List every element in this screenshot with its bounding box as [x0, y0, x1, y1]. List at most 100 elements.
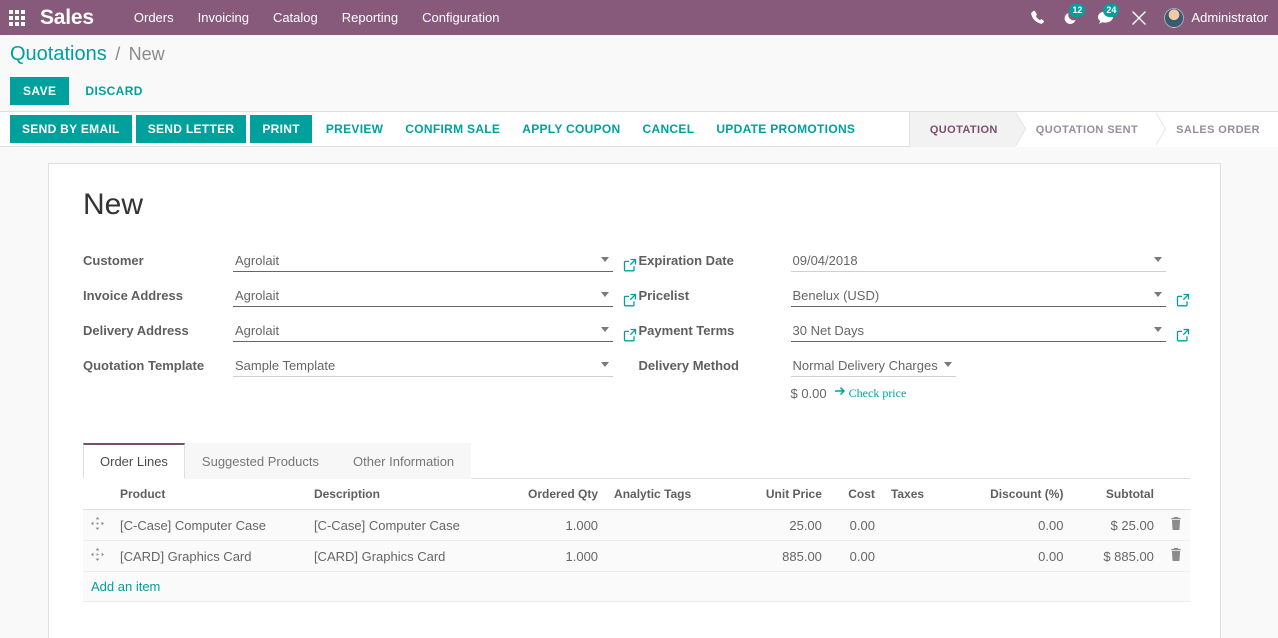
- field-delivery-method-value: Normal Delivery Charges: [792, 358, 938, 373]
- user-menu[interactable]: Administrator: [1156, 0, 1278, 35]
- field-delivery-address-input[interactable]: Agrolait: [233, 323, 613, 342]
- table-row[interactable]: [C-Case] Computer Case [C-Case] Computer…: [83, 509, 1190, 541]
- trash-icon[interactable]: [1161, 540, 1190, 572]
- notebook: Order Lines Suggested Products Other Inf…: [83, 443, 1190, 638]
- add-an-item-link[interactable]: Add an item: [91, 579, 160, 594]
- cell-product: [C-Case] Computer Case: [112, 509, 306, 541]
- field-customer-input[interactable]: Agrolait: [233, 253, 613, 272]
- cell-taxes: [882, 540, 965, 572]
- field-delivery-method-input[interactable]: Normal Delivery Charges: [790, 358, 956, 377]
- field-invoice-address-input[interactable]: Agrolait: [233, 288, 613, 307]
- tab-order-lines[interactable]: Order Lines: [83, 443, 185, 479]
- field-expiration-date: Expiration Date 09/04/2018: [639, 246, 1191, 272]
- table-header-row: Product Description Ordered Qty Analytic…: [83, 479, 1190, 510]
- cell-discount: 0.00: [964, 509, 1072, 541]
- phone-icon[interactable]: [1020, 0, 1054, 35]
- form-sheet-area: New Customer Agrolait Invoice Address Ag…: [0, 147, 1278, 638]
- field-payment-terms-input[interactable]: 30 Net Days: [790, 323, 1166, 342]
- user-name: Administrator: [1191, 10, 1268, 25]
- print-button[interactable]: PRINT: [250, 115, 312, 143]
- field-delivery-address: Delivery Address Agrolait: [83, 316, 637, 342]
- preview-button[interactable]: PREVIEW: [316, 116, 393, 142]
- field-invoice-address: Invoice Address Agrolait: [83, 281, 637, 307]
- tab-other-information[interactable]: Other Information: [336, 443, 472, 479]
- field-customer-value: Agrolait: [235, 253, 280, 268]
- field-pricelist-input[interactable]: Benelux (USD): [790, 288, 1166, 307]
- chevron-down-icon[interactable]: [1154, 292, 1162, 297]
- menu-item-invoicing[interactable]: Invoicing: [186, 0, 261, 35]
- add-item-cell: Add an item: [83, 571, 1190, 602]
- menu-item-orders[interactable]: Orders: [122, 0, 186, 35]
- chevron-down-icon[interactable]: [600, 362, 609, 367]
- chat-bubble-icon[interactable]: 24: [1088, 0, 1122, 35]
- avatar: [1164, 7, 1185, 28]
- form-column-right: Expiration Date 09/04/2018 Pricelist Ben…: [637, 246, 1191, 401]
- drag-move-icon[interactable]: [83, 540, 112, 572]
- stage-quotation-sent[interactable]: QUOTATION SENT: [1015, 112, 1167, 147]
- cancel-button[interactable]: CANCEL: [633, 116, 705, 142]
- apps-grid-icon[interactable]: [0, 0, 34, 35]
- menu-item-reporting[interactable]: Reporting: [330, 0, 410, 35]
- col-discount: Discount (%): [964, 479, 1072, 510]
- apply-coupon-button[interactable]: APPLY COUPON: [512, 116, 630, 142]
- field-pricelist-label: Pricelist: [638, 288, 690, 303]
- check-price-label: Check price: [848, 386, 907, 400]
- navbar-right-tools: 12 24 Administrator: [1020, 0, 1278, 35]
- cell-ordered-qty: 1.000: [512, 509, 607, 541]
- cell-cost: 0.00: [829, 540, 883, 572]
- save-button[interactable]: SAVE: [10, 77, 70, 105]
- chevron-down-icon[interactable]: [1154, 327, 1162, 332]
- tab-suggested-products[interactable]: Suggested Products: [184, 443, 336, 479]
- discard-button[interactable]: DISCARD: [75, 77, 152, 105]
- cell-description: [C-Case] Computer Case: [305, 509, 513, 541]
- chevron-down-icon[interactable]: [600, 327, 609, 332]
- internal-link-icon[interactable]: [623, 258, 637, 272]
- field-payment-terms: Payment Terms 30 Net Days: [639, 316, 1191, 342]
- stage-quotation[interactable]: QUOTATION: [909, 112, 1026, 147]
- cell-analytic-tags: [606, 540, 743, 572]
- cell-analytic-tags: [606, 509, 743, 541]
- internal-link-icon[interactable]: [1176, 293, 1190, 307]
- send-by-email-button[interactable]: SEND BY EMAIL: [10, 115, 132, 143]
- add-item-row: Add an item: [83, 571, 1190, 602]
- cell-subtotal: $ 25.00: [1071, 509, 1162, 541]
- chevron-down-icon[interactable]: [600, 257, 609, 262]
- chevron-down-icon[interactable]: [1154, 257, 1162, 262]
- table-row[interactable]: [CARD] Graphics Card [CARD] Graphics Car…: [83, 540, 1190, 572]
- field-quotation-template-input[interactable]: Sample Template: [233, 358, 613, 377]
- internal-link-icon[interactable]: [623, 293, 637, 307]
- drag-move-icon[interactable]: [83, 509, 112, 541]
- app-brand-sales[interactable]: Sales: [40, 6, 94, 30]
- send-letter-button[interactable]: SEND LETTER: [135, 115, 247, 143]
- menu-item-catalog[interactable]: Catalog: [261, 0, 330, 35]
- main-menu: Orders Invoicing Catalog Reporting Confi…: [122, 0, 512, 35]
- cell-taxes: [882, 509, 965, 541]
- save-discard-bar: SAVE DISCARD: [0, 73, 1278, 111]
- confirm-sale-button[interactable]: CONFIRM SALE: [395, 116, 510, 142]
- internal-link-icon[interactable]: [1176, 328, 1190, 342]
- form-column-left: Customer Agrolait Invoice Address Agrola…: [83, 246, 637, 401]
- form-columns: Customer Agrolait Invoice Address Agrola…: [83, 246, 1190, 401]
- internal-link-icon[interactable]: [623, 328, 637, 342]
- clock-activities-icon[interactable]: 12: [1054, 0, 1088, 35]
- trash-icon[interactable]: [1161, 509, 1190, 541]
- field-expiration-date-input[interactable]: 09/04/2018: [790, 253, 1166, 272]
- cell-unit-price: 885.00: [742, 540, 830, 572]
- activities-count-badge: 12: [1069, 4, 1086, 17]
- check-price-button[interactable]: Check price: [834, 386, 907, 401]
- menu-item-configuration[interactable]: Configuration: [410, 0, 511, 35]
- status-bar: QUOTATION QUOTATION SENT SALES ORDER: [908, 112, 1278, 147]
- wrench-screwdriver-icon[interactable]: [1122, 0, 1156, 35]
- cell-product: [CARD] Graphics Card: [112, 540, 306, 572]
- col-handle: [83, 479, 112, 510]
- chevron-down-icon[interactable]: [600, 292, 609, 297]
- stage-sales-order[interactable]: SALES ORDER: [1156, 112, 1278, 147]
- field-expiration-date-value: 09/04/2018: [792, 253, 858, 268]
- stage-quotation-label: QUOTATION: [929, 123, 998, 136]
- breadcrumb-root-quotations[interactable]: Quotations: [10, 43, 107, 65]
- action-toolbar: SEND BY EMAIL SEND LETTER PRINT PREVIEW …: [0, 111, 1278, 147]
- cell-subtotal: $ 885.00: [1071, 540, 1162, 572]
- update-promotions-button[interactable]: UPDATE PROMOTIONS: [706, 116, 865, 142]
- field-delivery-method-label: Delivery Method: [638, 358, 739, 373]
- chevron-down-icon[interactable]: [943, 362, 952, 367]
